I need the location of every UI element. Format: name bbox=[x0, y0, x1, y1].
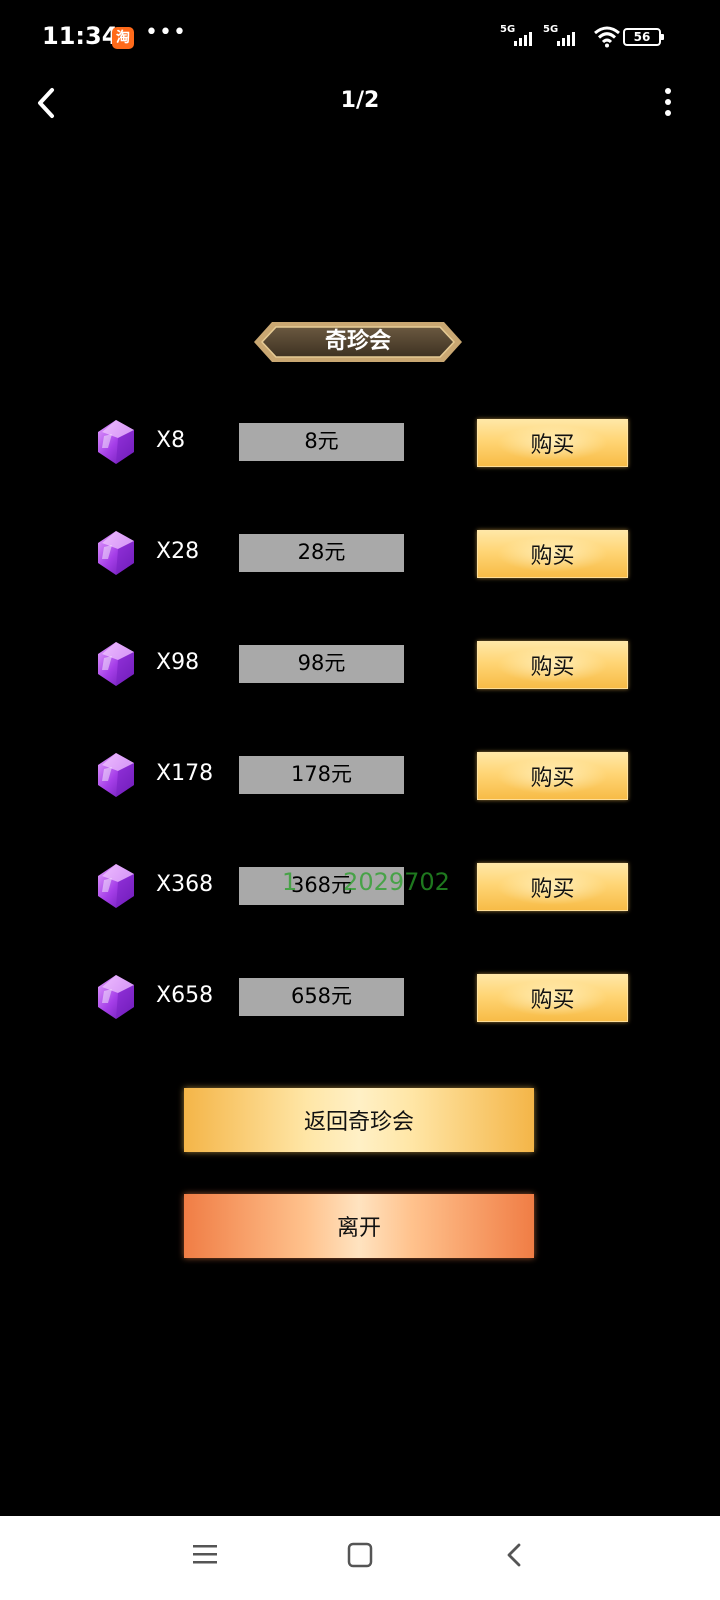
wifi-icon bbox=[594, 26, 620, 48]
buy-button-label: 购买 bbox=[530, 877, 575, 902]
gem-quantity: X28 bbox=[156, 539, 200, 564]
purple-gem-icon bbox=[98, 420, 134, 464]
purple-gem-icon bbox=[98, 531, 134, 575]
signal-icon-sim1: 5G bbox=[500, 24, 538, 48]
more-options-button[interactable] bbox=[660, 88, 676, 116]
price-label: 178元 bbox=[239, 756, 404, 794]
price-label: 8元 bbox=[239, 423, 404, 461]
shop-title-plate: 奇珍会 bbox=[254, 318, 462, 366]
page-indicator: 1/2 bbox=[340, 88, 380, 113]
recent-apps-button[interactable] bbox=[192, 1542, 218, 1566]
buy-button-label: 购买 bbox=[530, 766, 575, 791]
gem-quantity: X368 bbox=[156, 872, 214, 897]
home-button[interactable] bbox=[347, 1542, 373, 1568]
purchase-row-4: X178 178元 购买 bbox=[0, 747, 720, 803]
leave-button[interactable]: 离开 bbox=[184, 1194, 534, 1258]
buy-button-label: 购买 bbox=[530, 544, 575, 569]
purple-gem-icon bbox=[98, 975, 134, 1019]
buy-button-label: 购买 bbox=[530, 988, 575, 1013]
purple-gem-icon bbox=[98, 864, 134, 908]
buy-button[interactable]: 购买 bbox=[477, 530, 628, 578]
buy-button[interactable]: 购买 bbox=[477, 641, 628, 689]
buy-button-label: 购买 bbox=[530, 655, 575, 680]
purchase-row-1: X8 8元 购买 bbox=[0, 414, 720, 470]
gem-quantity: X178 bbox=[156, 761, 214, 786]
signal-icon-sim2: 5G bbox=[543, 24, 581, 48]
buy-button[interactable]: 购买 bbox=[477, 863, 628, 911]
buy-button[interactable]: 购买 bbox=[477, 419, 628, 467]
status-bar: 11:34 淘 ••• 5G 5G 56 bbox=[0, 0, 720, 76]
buy-button[interactable]: 购买 bbox=[477, 974, 628, 1022]
buy-button-label: 购买 bbox=[530, 433, 575, 458]
gem-quantity: X8 bbox=[156, 428, 186, 453]
purple-gem-icon bbox=[98, 753, 134, 797]
status-time: 11:34 bbox=[42, 22, 119, 50]
price-label: 658元 bbox=[239, 978, 404, 1016]
battery-icon: 56 bbox=[623, 28, 664, 46]
system-nav-bar bbox=[0, 1516, 720, 1600]
watermark-text: 1 2029702 bbox=[282, 868, 450, 896]
more-notifications-icon: ••• bbox=[145, 20, 187, 45]
gem-quantity: X658 bbox=[156, 983, 214, 1008]
return-to-shop-button[interactable]: 返回奇珍会 bbox=[184, 1088, 534, 1152]
shop-title: 奇珍会 bbox=[324, 329, 391, 354]
system-back-button[interactable] bbox=[504, 1542, 524, 1568]
price-label: 28元 bbox=[239, 534, 404, 572]
purchase-row-3: X98 98元 购买 bbox=[0, 636, 720, 692]
buy-button[interactable]: 购买 bbox=[477, 752, 628, 800]
gem-quantity: X98 bbox=[156, 650, 200, 675]
taobao-notification-icon: 淘 bbox=[112, 27, 134, 49]
purchase-row-6: X658 658元 购买 bbox=[0, 969, 720, 1025]
purchase-row-2: X28 28元 购买 bbox=[0, 525, 720, 581]
purple-gem-icon bbox=[98, 642, 134, 686]
price-label: 98元 bbox=[239, 645, 404, 683]
